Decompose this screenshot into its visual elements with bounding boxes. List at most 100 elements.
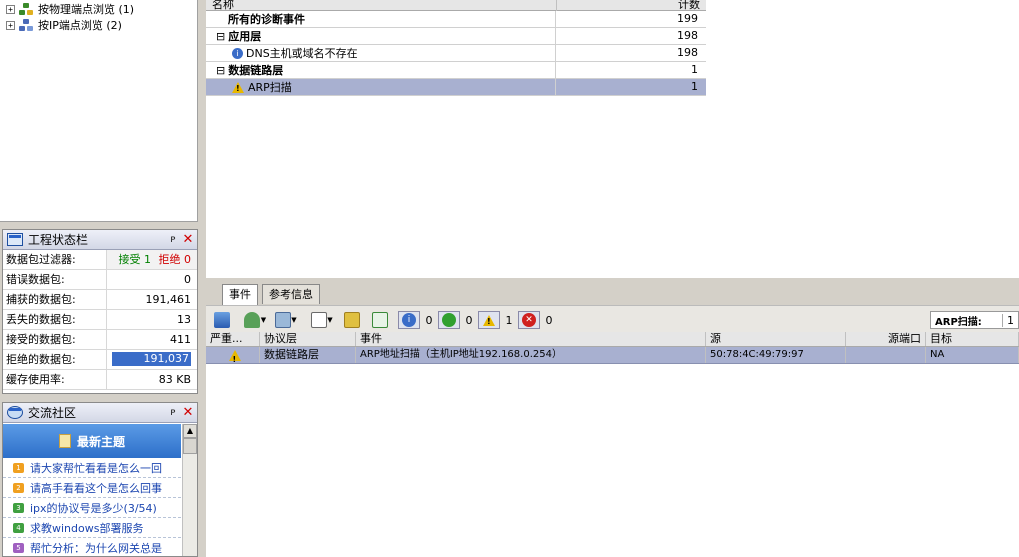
export-dropdown-button[interactable]: ▼ xyxy=(274,311,298,329)
event-description: ARP地址扫描（主机IP地址192.168.0.254） xyxy=(356,347,706,363)
community-panel: 交流社区 ᴘ ✕ 最新主题 1 请大家帮忙看看是怎么一回 2 请高手看看这个是怎么回… xyxy=(2,402,198,557)
topic-link[interactable]: 5 帮忙分析：为什么网关总是 xyxy=(3,538,181,557)
row-value: 83 KB xyxy=(158,373,191,386)
column-event[interactable]: 事件 xyxy=(356,332,706,346)
tree-item-label: 按物理端点浏览 (1) xyxy=(38,3,135,16)
columns-dropdown-button[interactable]: ▼ xyxy=(310,311,334,329)
event-source: 50:78:4C:49:79:97 xyxy=(706,347,846,363)
expand-icon[interactable]: + xyxy=(6,20,15,30)
tree-item-label: 按IP端点浏览 (2) xyxy=(38,19,122,32)
reject-count: 拒绝 0 xyxy=(158,253,192,266)
grid-row[interactable]: ⊟ 数据链路层 1 xyxy=(206,62,706,79)
accept-count: 接受 1 xyxy=(118,253,152,266)
column-severity[interactable]: 严重... xyxy=(206,332,260,346)
vertical-scrollbar[interactable]: ▲ xyxy=(182,424,197,556)
panel-title-bar: 交流社区 ᴘ ✕ xyxy=(3,403,197,423)
scroll-up-icon[interactable]: ▲ xyxy=(183,424,197,438)
row-label: 所有的诊断事件 xyxy=(206,11,556,27)
warning-icon: ! xyxy=(232,81,244,93)
topic-text[interactable]: 请高手看看这个是怎么回事 xyxy=(30,480,162,496)
rejected-progress-bar: 191,037 xyxy=(111,352,191,366)
topic-number-icon: 4 xyxy=(13,522,24,533)
status-bar-icon xyxy=(7,233,23,246)
lock-button[interactable] xyxy=(342,311,362,329)
ok-filter-toggle[interactable] xyxy=(438,311,460,329)
topic-number-icon: 2 xyxy=(13,482,24,493)
endpoint-tree: + 按物理端点浏览 (1) + 按IP端点浏览 (2) xyxy=(0,0,198,222)
tab-reference[interactable]: 参考信息 xyxy=(262,284,320,304)
grid-row-selected[interactable]: ! ARP扫描 1 xyxy=(206,79,706,96)
home-button[interactable] xyxy=(212,311,232,329)
document-icon xyxy=(58,434,71,448)
network-nodes-icon xyxy=(19,2,35,16)
row-label: 捕获的数据包: xyxy=(3,290,107,309)
tab-events[interactable]: 事件 xyxy=(222,284,258,305)
pin-icon[interactable]: ᴘ xyxy=(167,234,179,245)
expand-icon[interactable]: + xyxy=(6,4,15,14)
diagnosis-grid: 名称 计数 所有的诊断事件 199 ⊟ 应用层 198 i DNS主机或域名不存… xyxy=(206,0,1019,278)
event-row[interactable]: ! 数据链路层 ARP地址扫描（主机IP地址192.168.0.254） 50:… xyxy=(206,347,1019,364)
close-icon[interactable]: ✕ xyxy=(179,232,197,247)
scroll-thumb[interactable] xyxy=(183,438,197,454)
column-target[interactable]: 目标 xyxy=(926,332,1019,346)
event-grid-header: 严重... 协议层 事件 源 源端口 目标 xyxy=(206,332,1019,347)
tab-bar: 事件 参考信息 xyxy=(206,284,1019,305)
info-filter-toggle[interactable]: i xyxy=(398,311,420,329)
status-row: 拒绝的数据包: 191,037 xyxy=(3,350,197,370)
close-icon[interactable]: ✕ xyxy=(179,405,197,420)
row-label: 拒绝的数据包: xyxy=(3,350,107,369)
row-label: 错误数据包: xyxy=(3,270,107,289)
topic-text[interactable]: 请大家帮忙看看是怎么一回 xyxy=(30,460,162,476)
refresh-button[interactable] xyxy=(370,311,390,329)
topic-text[interactable]: ipx的协议号是多少(3/54) xyxy=(30,500,157,516)
topic-link[interactable]: 3 ipx的协议号是多少(3/54) xyxy=(3,498,181,518)
chevron-down-icon: ▼ xyxy=(260,316,267,324)
panel-title-bar: 工程状态栏 ᴘ ✕ xyxy=(3,230,197,250)
warning-icon: ! xyxy=(228,349,241,363)
topic-link[interactable]: 1 请大家帮忙看看是怎么一回 xyxy=(3,458,181,478)
row-label: 缓存使用率: xyxy=(3,370,107,389)
project-status-panel: 工程状态栏 ᴘ ✕ 数据包过滤器: 接受 1 拒绝 0 错误数据包: 0 捕获的数… xyxy=(2,229,198,394)
status-row: 丢失的数据包: 13 xyxy=(3,310,197,330)
event-source-port xyxy=(846,347,926,363)
chevron-down-icon: ▼ xyxy=(291,316,297,324)
grid-header: 名称 计数 xyxy=(206,0,706,11)
column-source[interactable]: 源 xyxy=(706,332,846,346)
topic-link[interactable]: 4 求教windows部署服务 xyxy=(3,518,181,538)
topic-link[interactable]: 2 请高手看看这个是怎么回事 xyxy=(3,478,181,498)
grid-row[interactable]: ⊟ 应用层 198 xyxy=(206,28,706,45)
event-toolbar: ▼ ▼ ▼ i 0 0 ! 1 ✕ 0 ARP扫描: 1 xyxy=(206,305,1019,332)
status-row: 捕获的数据包: 191,461 xyxy=(3,290,197,310)
filter-row: 数据包过滤器: 接受 1 拒绝 0 xyxy=(3,250,197,270)
row-label: 数据链路层 xyxy=(228,64,284,77)
collapse-icon[interactable]: ⊟ xyxy=(216,64,225,77)
topic-text[interactable]: 帮忙分析：为什么网关总是 xyxy=(30,540,162,556)
pin-icon[interactable]: ᴘ xyxy=(167,407,179,418)
collapse-icon[interactable]: ⊟ xyxy=(216,30,225,43)
tree-item-ip[interactable]: + 按IP端点浏览 (2) xyxy=(6,17,122,33)
error-count: 0 xyxy=(545,313,553,327)
row-value: 13 xyxy=(177,313,191,326)
globe-icon xyxy=(7,406,23,419)
topic-text[interactable]: 求教windows部署服务 xyxy=(30,520,143,536)
arp-filter-label: ARP扫描: xyxy=(935,316,982,328)
column-layer[interactable]: 协议层 xyxy=(260,332,356,346)
row-label: 应用层 xyxy=(228,30,262,43)
columns-icon xyxy=(311,312,328,328)
warning-filter-toggle[interactable]: ! xyxy=(478,311,500,329)
row-count: 198 xyxy=(677,29,698,42)
ok-icon xyxy=(442,313,456,327)
column-source-port[interactable]: 源端口 xyxy=(846,332,926,346)
filter-dropdown-button[interactable]: ▼ xyxy=(240,311,270,329)
info-icon: i xyxy=(402,313,416,327)
row-label: DNS主机或域名不存在 xyxy=(246,47,358,60)
error-filter-toggle[interactable]: ✕ xyxy=(518,311,540,329)
grid-row[interactable]: i DNS主机或域名不存在 198 xyxy=(206,45,706,62)
row-count: 198 xyxy=(677,46,698,59)
ok-count: 0 xyxy=(465,313,473,327)
tree-item-physical[interactable]: + 按物理端点浏览 (1) xyxy=(6,1,134,17)
arp-filter-value[interactable]: 1 xyxy=(1002,313,1014,327)
grid-row[interactable]: 所有的诊断事件 199 xyxy=(206,11,706,28)
row-label: 数据包过滤器: xyxy=(3,250,107,269)
status-row: 缓存使用率: 83 KB xyxy=(3,370,197,390)
